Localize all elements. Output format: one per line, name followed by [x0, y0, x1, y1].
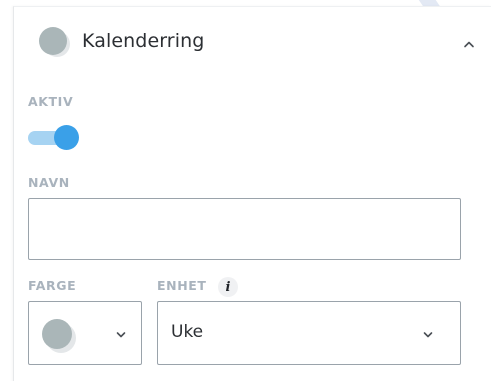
chevron-down-icon	[423, 332, 433, 338]
panel-header[interactable]: Kalenderring	[14, 7, 491, 79]
canvas: Kalenderring AKTIV NAVN FARGE ENHET i Uk…	[0, 0, 491, 381]
collapse-button[interactable]	[458, 33, 480, 55]
color-select[interactable]	[28, 301, 142, 365]
chevron-down-icon	[116, 332, 126, 338]
chevron-up-icon	[464, 41, 474, 48]
unit-select[interactable]: Uke	[157, 301, 461, 365]
name-label: NAVN	[28, 175, 70, 190]
color-swatch	[42, 319, 76, 353]
toggle-knob	[54, 125, 79, 150]
panel-title: Kalenderring	[82, 30, 205, 52]
calendar-ring-panel: Kalenderring AKTIV NAVN FARGE ENHET i Uk…	[13, 6, 491, 381]
unit-label: ENHET	[157, 278, 207, 293]
ring-color-dot	[39, 27, 67, 55]
active-toggle[interactable]	[28, 124, 82, 152]
info-glyph: i	[225, 279, 231, 295]
color-swatch-dot	[42, 319, 72, 349]
info-icon[interactable]: i	[218, 277, 238, 297]
name-field[interactable]	[29, 199, 460, 259]
color-label: FARGE	[28, 278, 77, 293]
name-field-container	[28, 198, 461, 260]
unit-select-value: Uke	[171, 322, 204, 342]
active-label: AKTIV	[28, 94, 74, 109]
ring-color-indicator	[39, 27, 73, 61]
